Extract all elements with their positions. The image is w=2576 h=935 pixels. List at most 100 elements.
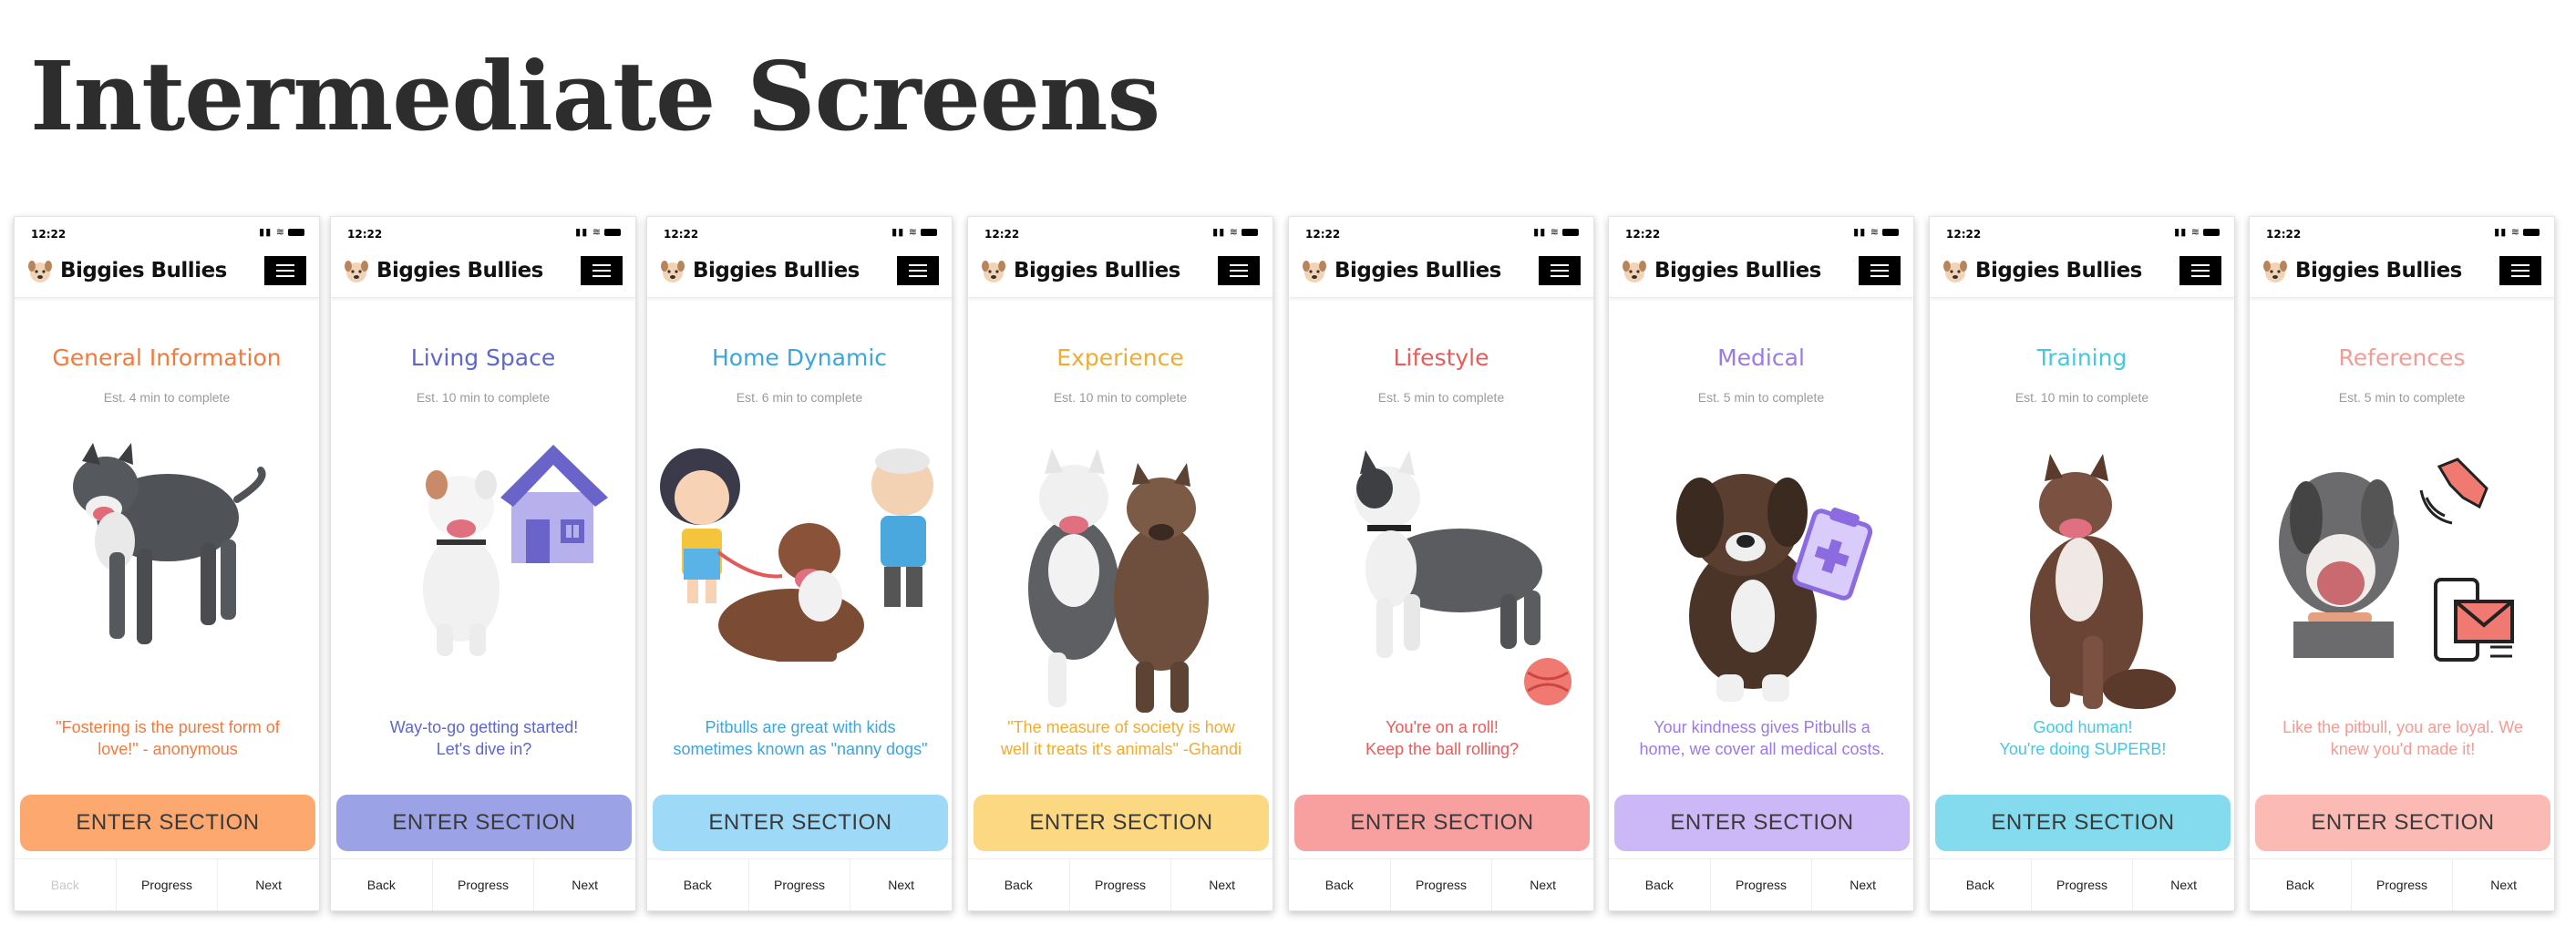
- hamburger-menu-button[interactable]: [1218, 256, 1260, 285]
- section-title: Medical: [1717, 344, 1805, 371]
- app-bar: Biggies Bullies: [331, 244, 635, 298]
- dog-logo-icon: [1943, 261, 1967, 283]
- puppy-with-clipboard-icon: [1676, 474, 1873, 702]
- section-quote: Like the pitbull, you are loyal. We knew…: [2282, 718, 2523, 758]
- next-button[interactable]: Next: [534, 859, 635, 910]
- next-button[interactable]: Next: [1492, 859, 1593, 910]
- app-name: Biggies Bullies: [2295, 259, 2462, 283]
- progress-button[interactable]: Progress: [2352, 859, 2454, 910]
- back-button[interactable]: Back: [968, 859, 1070, 910]
- hamburger-menu-button[interactable]: [1859, 256, 1901, 285]
- status-bar: 12:22 ▮▮ ≋: [15, 217, 319, 244]
- progress-button[interactable]: Progress: [749, 859, 851, 910]
- dog-logo-icon: [661, 261, 685, 283]
- section-quote: Your kindness gives Pitbulls a home, we …: [1639, 718, 1885, 758]
- back-button[interactable]: Back: [1930, 859, 2032, 910]
- progress-button[interactable]: Progress: [1711, 859, 1813, 910]
- status-time: 12:22: [31, 228, 67, 241]
- dog-sitting-icon: [2030, 454, 2176, 709]
- dog-logo-icon: [982, 261, 1005, 283]
- hamburger-menu-button[interactable]: [264, 256, 306, 285]
- app-name: Biggies Bullies: [693, 259, 860, 283]
- next-button[interactable]: Next: [1812, 859, 1913, 910]
- app-bar: Biggies Bullies: [647, 244, 952, 298]
- app-bar: Biggies Bullies: [1930, 244, 2234, 298]
- next-button[interactable]: Next: [1171, 859, 1273, 910]
- enter-section-button[interactable]: ENTER SECTION: [20, 795, 315, 851]
- hamburger-menu-button[interactable]: [1539, 256, 1581, 285]
- app-name: Biggies Bullies: [1975, 259, 2142, 283]
- app-name: Biggies Bullies: [376, 259, 543, 283]
- status-time: 12:22: [347, 228, 383, 241]
- section-time-estimate: Est. 10 min to complete: [2014, 390, 2149, 405]
- enter-section-button[interactable]: ENTER SECTION: [336, 795, 632, 851]
- signal-wifi-battery-icon: ▮▮ ≋: [259, 226, 304, 238]
- status-bar: 12:22 ▮▮ ≋: [647, 217, 952, 244]
- status-time: 12:22: [2266, 228, 2302, 241]
- dog-with-ball-icon: [1355, 450, 1571, 705]
- screen-home-dynamic: 12:22 ▮▮ ≋ Biggies Bullies Home Dynamic …: [646, 216, 953, 911]
- bottom-nav: Back Progress Next: [1289, 858, 1593, 910]
- hamburger-menu-button[interactable]: [581, 256, 623, 285]
- hamburger-menu-button[interactable]: [2499, 256, 2541, 285]
- next-button[interactable]: Next: [2133, 859, 2234, 910]
- signal-wifi-battery-icon: ▮▮ ≋: [2174, 226, 2220, 238]
- back-button[interactable]: Back: [2250, 859, 2352, 910]
- dog-logo-icon: [28, 261, 52, 283]
- signal-wifi-battery-icon: ▮▮ ≋: [1533, 226, 1579, 238]
- dog-logo-icon: [345, 261, 368, 283]
- progress-button[interactable]: Progress: [1070, 859, 1172, 910]
- section-quote: Way-to-go getting started! Let's dive in…: [389, 718, 579, 758]
- app-name: Biggies Bullies: [1334, 259, 1501, 283]
- enter-section-button[interactable]: ENTER SECTION: [1935, 795, 2231, 851]
- next-button[interactable]: Next: [2453, 859, 2554, 910]
- enter-section-button[interactable]: ENTER SECTION: [1294, 795, 1590, 851]
- hamburger-menu-button[interactable]: [897, 256, 939, 285]
- app-name: Biggies Bullies: [1014, 259, 1180, 283]
- enter-section-button[interactable]: ENTER SECTION: [653, 795, 948, 851]
- screen-references: 12:22 ▮▮ ≋ Biggies Bullies References Es…: [2249, 216, 2555, 911]
- enter-section-button[interactable]: ENTER SECTION: [2255, 795, 2550, 851]
- section-quote: You're on a roll! Keep the ball rolling?: [1365, 718, 1520, 758]
- app-bar: Biggies Bullies: [1609, 244, 1913, 298]
- section-title: Experience: [1056, 344, 1184, 371]
- section-title: Training: [2036, 344, 2128, 371]
- back-button[interactable]: Back: [1289, 859, 1391, 910]
- app-bar: Biggies Bullies: [1289, 244, 1593, 298]
- section-title: Living Space: [410, 344, 556, 371]
- screen-lifestyle: 12:22 ▮▮ ≋ Biggies Bullies Lifestyle Est…: [1288, 216, 1594, 911]
- signal-wifi-battery-icon: ▮▮ ≋: [2494, 226, 2540, 238]
- section-title: References: [2338, 344, 2466, 371]
- status-time: 12:22: [1305, 228, 1341, 241]
- back-button[interactable]: Back: [331, 859, 433, 910]
- app-bar: Biggies Bullies: [2250, 244, 2554, 298]
- app-name: Biggies Bullies: [1654, 259, 1821, 283]
- next-button[interactable]: Next: [850, 859, 952, 910]
- two-dogs-icon: [1028, 448, 1209, 713]
- dog-logo-icon: [2263, 261, 2287, 283]
- back-button[interactable]: Back: [647, 859, 749, 910]
- enter-section-button[interactable]: ENTER SECTION: [974, 795, 1269, 851]
- signal-wifi-battery-icon: ▮▮ ≋: [575, 226, 621, 238]
- signal-wifi-battery-icon: ▮▮ ≋: [1212, 226, 1258, 238]
- progress-button[interactable]: Progress: [2032, 859, 2134, 910]
- status-bar: 12:22 ▮▮ ≋: [1930, 217, 2234, 244]
- section-title: General Information: [52, 344, 282, 371]
- section-quote: "The measure of society is how well it t…: [1001, 718, 1242, 758]
- hamburger-menu-button[interactable]: [2179, 256, 2221, 285]
- back-button[interactable]: Back: [1609, 859, 1711, 910]
- dog-logo-icon: [1303, 261, 1326, 283]
- back-button[interactable]: Back: [15, 859, 117, 910]
- dog-with-phone-mail-icon: [2279, 457, 2514, 662]
- screen-experience: 12:22 ▮▮ ≋ Biggies Bullies Experience Es…: [967, 216, 1273, 911]
- progress-button[interactable]: Progress: [117, 859, 219, 910]
- section-time-estimate: Est. 10 min to complete: [1053, 390, 1188, 405]
- enter-section-button[interactable]: ENTER SECTION: [1614, 795, 1910, 851]
- progress-button[interactable]: Progress: [1391, 859, 1493, 910]
- next-button[interactable]: Next: [218, 859, 319, 910]
- status-time: 12:22: [1946, 228, 1982, 241]
- bottom-nav: Back Progress Next: [1609, 858, 1913, 910]
- dog-logo-icon: [1623, 261, 1646, 283]
- progress-button[interactable]: Progress: [433, 859, 535, 910]
- page-title: Intermediate Screens: [30, 40, 1160, 152]
